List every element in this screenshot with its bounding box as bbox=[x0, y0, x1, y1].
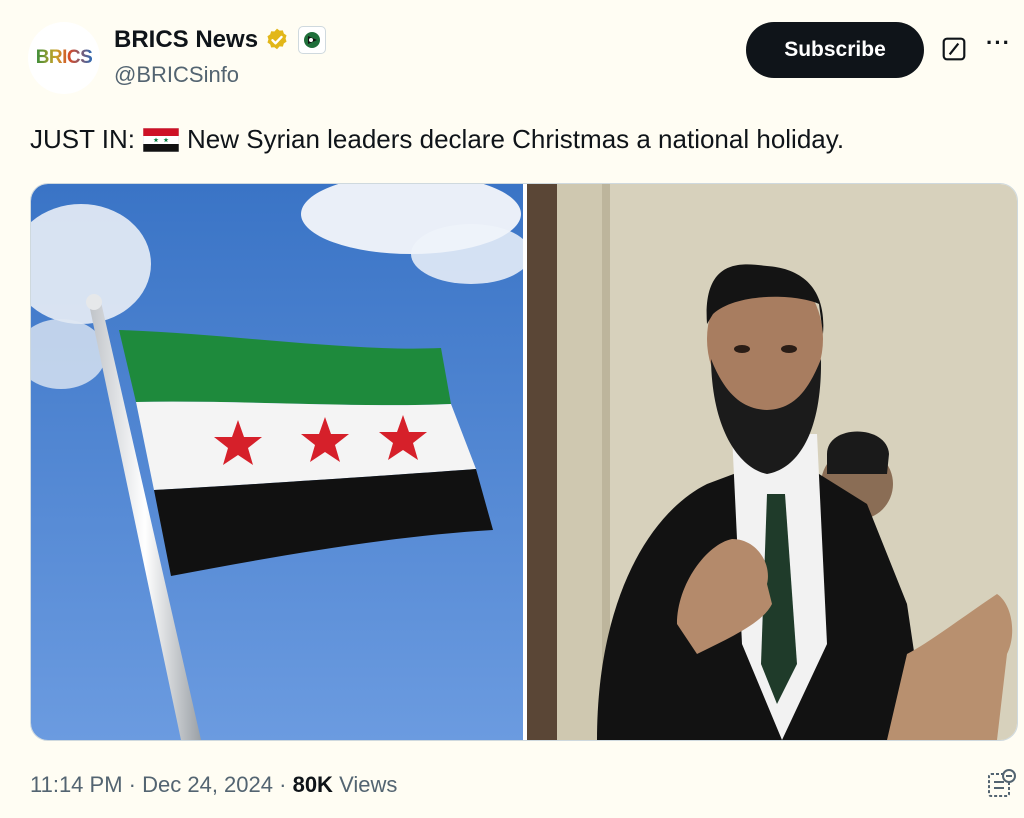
account-handle[interactable]: @BRICSinfo bbox=[114, 62, 239, 88]
view-post-analytics-icon[interactable] bbox=[986, 768, 1016, 800]
display-name[interactable]: BRICS News bbox=[114, 26, 258, 54]
syria-flag-emoji-icon bbox=[142, 127, 179, 152]
account-name-row: BRICS News bbox=[114, 26, 327, 54]
tweet-text-body: New Syrian leaders declare Christmas a n… bbox=[186, 124, 845, 154]
views-label: Views bbox=[339, 772, 398, 797]
affiliation-logo-icon bbox=[304, 32, 321, 48]
avatar-logo-text: BRICS bbox=[35, 47, 93, 68]
man-in-suit-photo[interactable] bbox=[527, 184, 1017, 740]
more-horizontal-icon[interactable]: ··· bbox=[986, 30, 1011, 56]
tweet-text-prefix: JUST IN: bbox=[30, 124, 135, 154]
affiliation-badge-icon[interactable] bbox=[298, 26, 327, 54]
meta-separator: · bbox=[128, 772, 136, 797]
syrian-revolution-flag-image[interactable] bbox=[31, 184, 523, 740]
subscribe-button[interactable]: Subscribe bbox=[746, 22, 924, 78]
meta-separator: · bbox=[279, 772, 287, 797]
tweet-text: JUST IN: New Syrian leaders declare Chri… bbox=[30, 124, 844, 155]
grok-icon[interactable] bbox=[941, 36, 967, 62]
tweet-media[interactable] bbox=[30, 183, 1018, 741]
tweet-time[interactable]: 11:14 PM bbox=[30, 772, 123, 797]
views-count: 80K bbox=[292, 772, 333, 797]
verified-gold-badge-icon[interactable] bbox=[264, 27, 290, 53]
tweet-meta: 11:14 PM · Dec 24, 2024 · 80K Views bbox=[30, 772, 397, 798]
tweet-date[interactable]: Dec 24, 2024 bbox=[142, 772, 273, 797]
avatar[interactable]: BRICS bbox=[28, 22, 100, 94]
